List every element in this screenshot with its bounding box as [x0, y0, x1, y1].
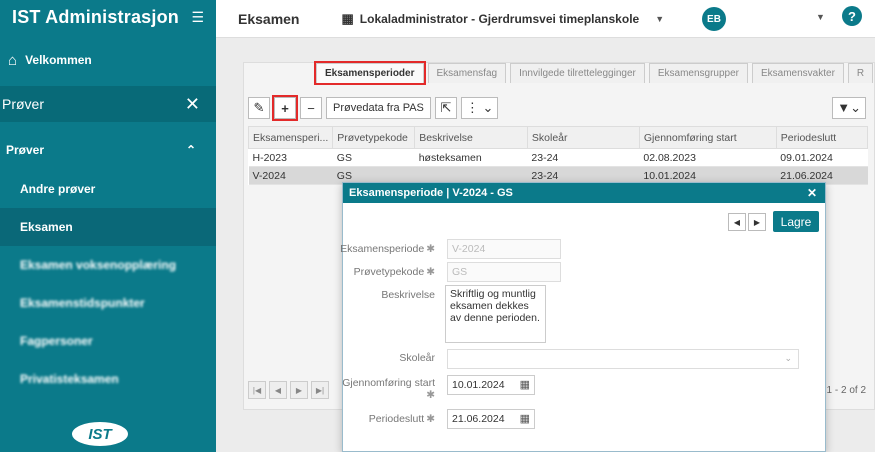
filter-icon: ▼⌄ — [837, 100, 861, 115]
table-header-row: Eksamensperi... Prøvetypekode Beskrivels… — [247, 126, 869, 149]
table-cell: høsteksamen — [414, 148, 528, 167]
chevron-down-icon: ⌄ — [784, 353, 792, 363]
sidebar-header: IST Administrasjon ☰ — [0, 0, 216, 34]
record-nav: ◀ ▶ — [728, 213, 766, 231]
pager: |◀ ◀ ▶ ▶| — [248, 381, 329, 399]
prev-page-icon[interactable]: ◀ — [269, 381, 287, 399]
periodeslutt-input[interactable]: 21.06.2024 ▦ — [447, 409, 535, 429]
remove-button[interactable]: − — [300, 97, 322, 119]
edit-button[interactable]: ✎ — [248, 97, 270, 119]
tab-eksamensperioder[interactable]: Eksamensperioder — [314, 61, 426, 85]
close-icon[interactable]: ✕ — [807, 186, 825, 200]
next-page-icon[interactable]: ▶ — [290, 381, 308, 399]
sidebar: IST Administrasjon ☰ ⌂ Velkommen Prøver … — [0, 0, 216, 452]
org-label: Lokaladministrator - Gjerdrumsvei timepl… — [359, 11, 640, 26]
column-header[interactable]: Prøvetypekode — [332, 126, 416, 149]
grid-toolbar: ✎ + − Prøvedata fra PAS ⇱ ⋮ ⌄ — [248, 95, 499, 121]
beskrivelse-textarea[interactable]: Skriftlig og muntlig eksamen dekkes av d… — [445, 285, 546, 343]
pager-info: 1 - 2 of 2 — [826, 385, 866, 396]
sidebar-item-eksamen[interactable]: Eksamen — [0, 208, 216, 246]
avatar[interactable]: EB — [702, 7, 726, 31]
tab-innvilgede-tilrettelegginger[interactable]: Innvilgede tilrettelegginger — [510, 63, 645, 83]
tab-eksamensvakter[interactable]: Eksamensvakter — [752, 63, 844, 83]
close-icon[interactable]: ✕ — [185, 94, 200, 115]
field-label: Prøvetypekode ✱ — [353, 266, 435, 278]
export-button[interactable]: ⇱ — [434, 97, 457, 119]
table-cell: V-2024 — [248, 166, 333, 185]
date-value: 10.01.2024 — [452, 379, 505, 391]
ist-logo: IST — [72, 422, 128, 446]
periods-table: Eksamensperi... Prøvetypekode Beskrivels… — [247, 126, 869, 185]
tab-eksamensfag[interactable]: Eksamensfag — [427, 63, 507, 83]
sidebar-item-velkommen[interactable]: ⌂ Velkommen — [0, 34, 216, 86]
gjennomforing-start-input[interactable]: 10.01.2024 ▦ — [447, 375, 535, 395]
table-row[interactable]: H-2023 GS høsteksamen 23-24 02.08.2023 0… — [248, 148, 868, 167]
caret-down-icon: ▼ — [655, 13, 665, 24]
app-title: IST Administrasjon — [12, 6, 179, 27]
table-cell: H-2023 — [248, 148, 333, 167]
column-header[interactable]: Gjennomføring start — [638, 126, 777, 149]
arrow-left-icon: ◀ — [733, 217, 741, 227]
table-cell: GS — [332, 148, 415, 167]
calendar-icon[interactable]: ▦ — [520, 378, 530, 391]
plus-icon: + — [281, 100, 289, 116]
page-title: Eksamen — [238, 10, 300, 27]
dialog-header: Eksamensperiode | V-2024 - GS ✕ — [343, 183, 825, 203]
sidebar-item-andre-prover[interactable]: Andre prøver — [0, 170, 216, 208]
org-selector[interactable]: ▦ Lokaladministrator - Gjerdrumsvei time… — [341, 11, 664, 27]
skolear-select[interactable]: ⌄ — [447, 349, 799, 369]
sidebar-item-eksamen-voksenopplaering[interactable]: Eksamen voksenopplæring — [0, 246, 216, 284]
add-button[interactable]: + — [272, 95, 298, 121]
field-label: Skoleår — [399, 352, 435, 364]
tab-bar: Eksamensperioder Eksamensfag Innvilgede … — [314, 61, 874, 85]
export-icon: ⇱ — [440, 100, 452, 115]
save-button[interactable]: Lagre — [773, 211, 819, 232]
column-header[interactable]: Skoleår — [526, 126, 640, 149]
date-value: 21.06.2024 — [452, 413, 505, 425]
home-icon: ⌂ — [8, 51, 18, 69]
table-cell: 09.01.2024 — [776, 148, 868, 167]
sidebar-section-prover[interactable]: Prøver ✕ — [0, 86, 216, 122]
tab-eksamensgrupper[interactable]: Eksamensgrupper — [648, 63, 748, 83]
sidebar-group-prover[interactable]: Prøver ⌃ — [0, 130, 216, 170]
eksamensperiode-input[interactable]: V-2024 — [447, 239, 561, 259]
column-header[interactable]: Eksamensperi... — [247, 126, 334, 149]
table-cell: 23-24 — [527, 148, 640, 167]
minus-icon: − — [307, 100, 315, 116]
kebab-icon: ⋮ ⌄ — [465, 100, 494, 115]
group-label: Prøver — [6, 143, 45, 157]
filter-button[interactable]: ▼⌄ — [832, 97, 866, 119]
arrow-right-icon: ▶ — [753, 217, 761, 227]
column-header[interactable]: Beskrivelse — [414, 126, 528, 149]
collapse-menu-icon[interactable]: ☰ — [191, 9, 204, 26]
calendar-icon[interactable]: ▦ — [520, 412, 530, 425]
sidebar-item-fagpersoner[interactable]: Fagpersoner — [0, 322, 216, 360]
next-record-button[interactable]: ▶ — [748, 213, 766, 231]
tab-more[interactable]: R — [847, 63, 874, 83]
first-page-icon[interactable]: |◀ — [248, 381, 266, 399]
table-cell: 02.08.2023 — [639, 148, 777, 167]
more-menu-button[interactable]: ⋮ ⌄ — [460, 97, 499, 119]
field-label: Gjennomføring start ✱ — [342, 377, 435, 401]
column-header[interactable]: Periodeslutt — [775, 126, 869, 149]
pencil-icon: ✎ — [253, 100, 265, 115]
edit-dialog: Eksamensperiode | V-2024 - GS ✕ ◀ ▶ Lagr… — [340, 182, 826, 452]
topbar: Eksamen ▦ Lokaladministrator - Gjerdrums… — [216, 0, 875, 38]
field-label: Eksamensperiode ✱ — [340, 243, 435, 255]
field-label: Beskrivelse — [381, 289, 435, 301]
chevron-up-icon: ⌃ — [185, 143, 196, 157]
help-icon[interactable]: ? — [842, 6, 862, 26]
section-label: Prøver — [2, 96, 44, 112]
field-label: Periodeslutt ✱ — [368, 413, 435, 425]
last-page-icon[interactable]: ▶| — [311, 381, 329, 399]
sidebar-item-privatisteksamen[interactable]: Privatisteksamen — [0, 360, 216, 398]
prev-record-button[interactable]: ◀ — [728, 213, 746, 231]
provedata-button[interactable]: Prøvedata fra PAS — [326, 97, 431, 119]
sidebar-item-eksamenstidspunkter[interactable]: Eksamenstidspunkter — [0, 284, 216, 322]
user-menu-caret-icon[interactable]: ▼ — [816, 12, 825, 22]
dialog-title: Eksamensperiode | V-2024 - GS — [349, 187, 513, 199]
building-icon: ▦ — [341, 10, 354, 26]
sidebar-item-label: Velkommen — [25, 53, 92, 67]
provetypekode-input[interactable]: GS — [447, 262, 561, 282]
